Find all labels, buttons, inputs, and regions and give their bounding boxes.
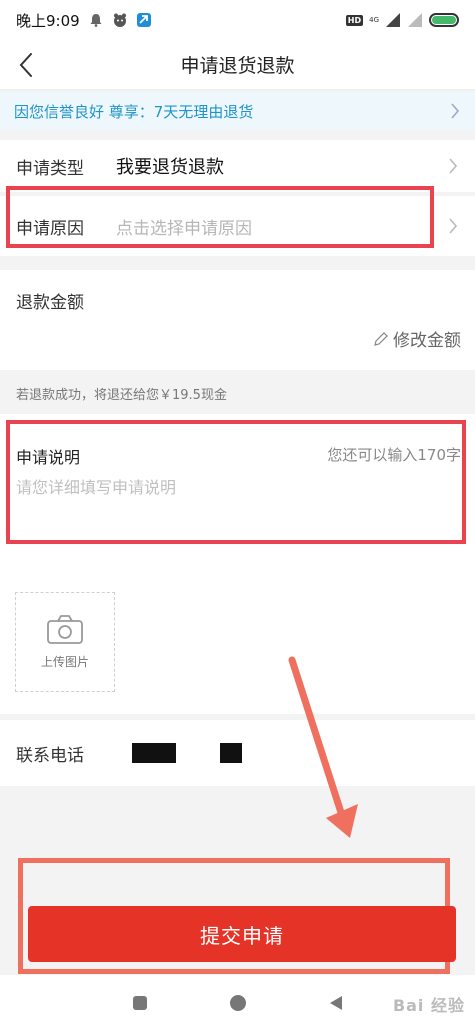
status-time: 晚上9:09 bbox=[16, 11, 80, 30]
explanation-card: 申请说明 您还可以输入170字 bbox=[0, 414, 475, 564]
notice-text: 因您信誉良好 尊享：7天无理由退货 bbox=[14, 102, 254, 121]
nav-bar: 申请退货退款 bbox=[0, 40, 475, 90]
battery-icon bbox=[429, 13, 459, 27]
upload-card: 上传图片 bbox=[0, 564, 475, 714]
refund-note: 若退款成功，将退还给您￥19.5现金 bbox=[16, 388, 227, 403]
recent-apps-icon[interactable] bbox=[131, 994, 149, 1012]
signal-icon bbox=[386, 13, 400, 27]
submit-button[interactable]: 提交申请 bbox=[28, 906, 456, 962]
hd-badge: HD bbox=[345, 14, 364, 26]
apply-type-value: 我要退货退款 bbox=[116, 157, 224, 178]
back-icon[interactable] bbox=[327, 994, 345, 1012]
watermark: Bai 经验 bbox=[392, 996, 465, 1015]
annotation-arrow-icon bbox=[288, 656, 358, 838]
apply-reason-label: 申请原因 bbox=[16, 218, 84, 239]
upload-image-button[interactable]: 上传图片 bbox=[15, 592, 115, 692]
chevron-right-icon bbox=[449, 218, 458, 234]
network-type: 4G bbox=[369, 15, 379, 24]
pencil-icon bbox=[374, 331, 388, 346]
char-counter: 您还可以输入170字 bbox=[327, 446, 461, 464]
apply-reason-row[interactable]: 申请原因 点击选择申请原因 bbox=[0, 196, 475, 256]
apply-type-row[interactable]: 申请类型 我要退货退款 bbox=[0, 140, 475, 192]
page-title: 申请退货退款 bbox=[180, 55, 295, 77]
explanation-title: 申请说明 bbox=[16, 448, 81, 467]
phone-mask-2 bbox=[220, 743, 242, 763]
refund-amount-label: 退款金额 bbox=[16, 293, 84, 313]
modify-amount-label: 修改金额 bbox=[393, 331, 461, 351]
refund-amount-card: 退款金额 修改金额 bbox=[0, 270, 475, 370]
upload-image-label: 上传图片 bbox=[40, 654, 89, 669]
contact-phone-label: 联系电话 bbox=[16, 745, 84, 766]
status-bar: 晚上9:09 HD 4G bbox=[0, 0, 475, 40]
status-left: 晚上9:09 bbox=[16, 10, 152, 31]
signal-icon-2 bbox=[408, 13, 422, 27]
modify-amount-button[interactable]: 修改金额 bbox=[373, 326, 461, 351]
app-face-icon bbox=[113, 13, 126, 27]
home-icon[interactable] bbox=[229, 994, 247, 1012]
camera-icon bbox=[47, 614, 83, 644]
battery-level bbox=[432, 16, 456, 24]
bell-icon bbox=[90, 14, 102, 27]
phone-mask bbox=[132, 743, 176, 763]
contact-phone-row[interactable]: 联系电话 bbox=[0, 720, 475, 786]
return-policy-notice[interactable]: 因您信誉良好 尊享：7天无理由退货 bbox=[0, 92, 475, 130]
apply-reason-placeholder: 点击选择申请原因 bbox=[116, 218, 252, 239]
chevron-right-icon bbox=[451, 103, 460, 119]
explanation-input[interactable] bbox=[16, 478, 456, 497]
back-arrow-icon[interactable] bbox=[12, 48, 42, 82]
app-notification-icon bbox=[136, 13, 151, 27]
apply-type-label: 申请类型 bbox=[16, 158, 84, 179]
chevron-right-icon bbox=[449, 158, 458, 174]
status-right: HD 4G bbox=[345, 12, 459, 28]
